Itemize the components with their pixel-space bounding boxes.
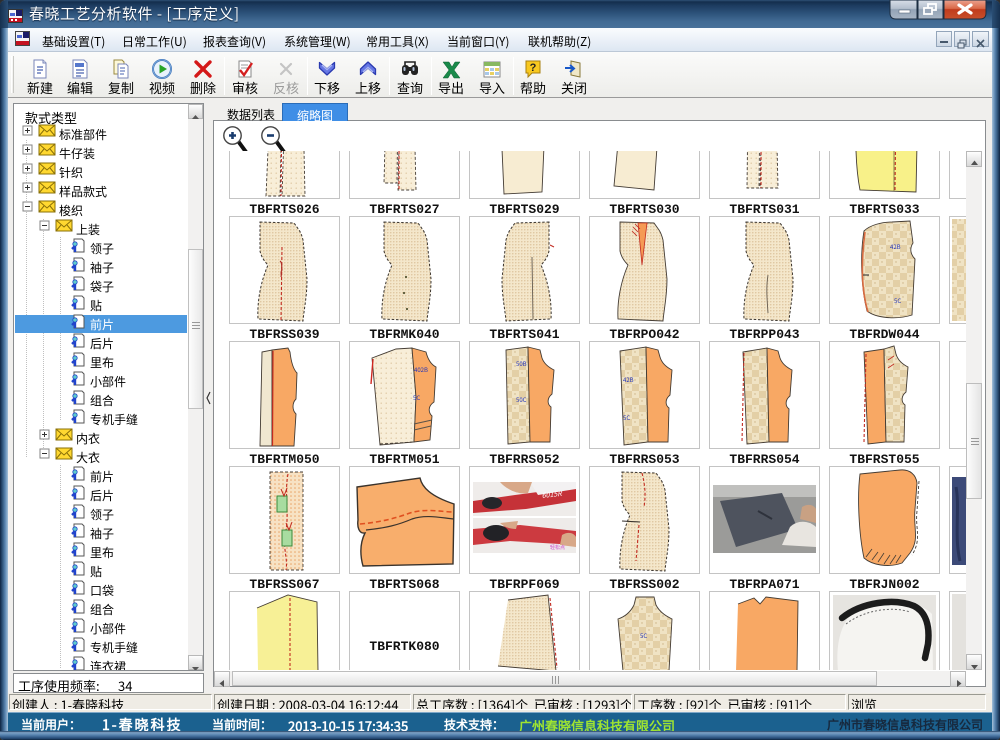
svg-text:50C: 50C: [516, 395, 527, 404]
svg-text:50B: 50B: [516, 359, 527, 368]
svg-text:42B: 42B: [623, 375, 634, 384]
svg-text:?: ?: [530, 59, 537, 75]
svg-text:5C: 5C: [894, 296, 901, 305]
svg-text:402B: 402B: [414, 365, 428, 374]
svg-text:轻松点: 轻松点: [550, 544, 565, 551]
svg-text:5C: 5C: [623, 413, 630, 422]
svg-text:5C: 5C: [413, 393, 420, 402]
svg-text:42B: 42B: [890, 242, 901, 251]
svg-text:5C: 5C: [640, 631, 647, 640]
